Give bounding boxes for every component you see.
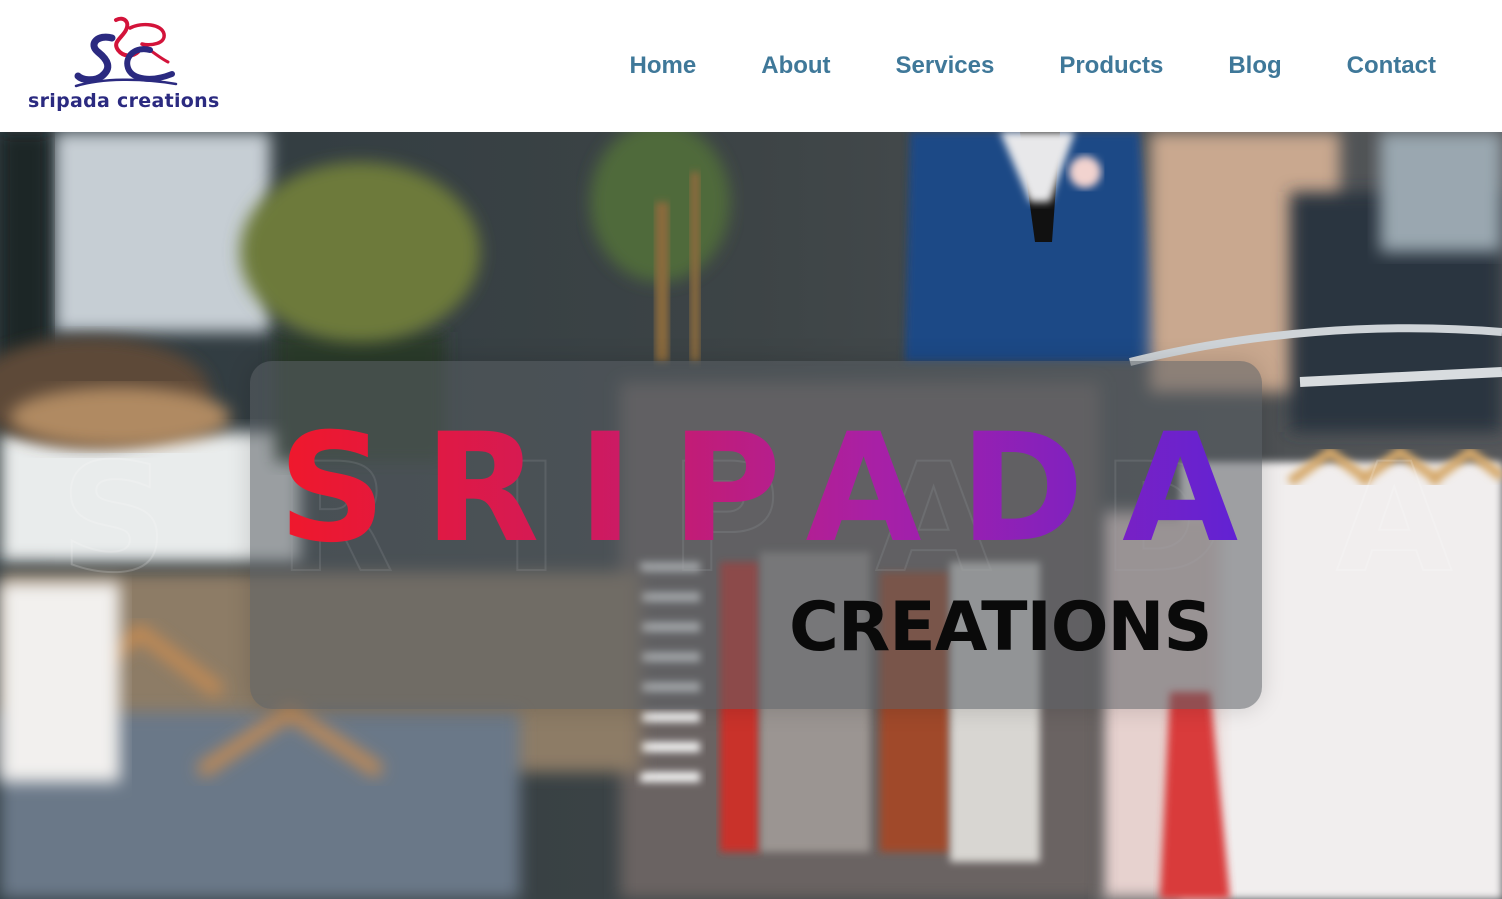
nav-blog[interactable]: Blog — [1228, 46, 1281, 86]
hero-banner: SRIPADA SRIPADA CREATIONS — [0, 132, 1502, 899]
nav-services[interactable]: Services — [896, 46, 995, 86]
sripada-creations-logo-icon — [74, 16, 178, 88]
logo-text: sripada creations — [28, 90, 220, 112]
hero-subtitle: CREATIONS — [789, 588, 1212, 667]
nav-contact[interactable]: Contact — [1347, 46, 1436, 86]
hero-wordmark: SRIPADA — [278, 402, 1277, 576]
site-logo[interactable]: sripada creations — [28, 16, 228, 120]
nav-home[interactable]: Home — [630, 46, 697, 86]
nav-products[interactable]: Products — [1059, 46, 1163, 86]
main-nav: Home About Services Products Blog Contac… — [630, 46, 1436, 86]
site-header: sripada creations Home About Services Pr… — [0, 0, 1502, 132]
nav-about[interactable]: About — [761, 46, 830, 86]
